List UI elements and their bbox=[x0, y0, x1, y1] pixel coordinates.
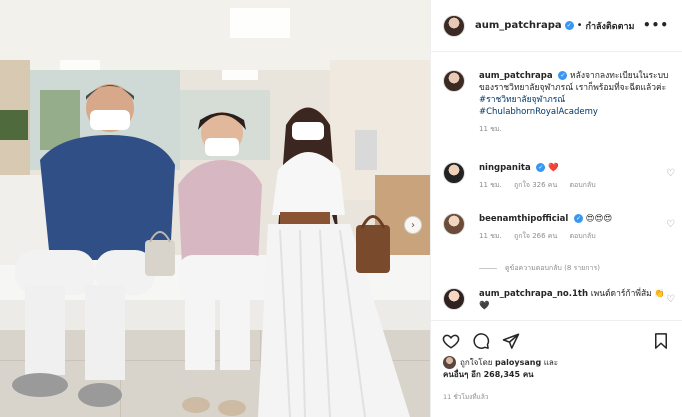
comment-text: ❤️ bbox=[548, 163, 559, 173]
paper-plane-icon[interactable] bbox=[501, 331, 521, 351]
comment-meta: 11 ชม. ถูกใจ 266 คน ตอบกลับ bbox=[479, 231, 675, 242]
following-button[interactable]: กำลังติดตาม bbox=[586, 19, 635, 33]
view-replies-label[interactable]: ดูข้อความตอบกลับ (8 รายการ) bbox=[505, 264, 600, 272]
verified-badge-icon: ✓ bbox=[564, 21, 574, 30]
action-bar bbox=[431, 320, 682, 360]
reply-button[interactable]: ตอบกลับ bbox=[569, 232, 595, 240]
bookmark-icon[interactable] bbox=[651, 331, 671, 351]
header-separator: • bbox=[576, 20, 583, 31]
likes-user[interactable]: paloysang bbox=[495, 358, 541, 367]
comment-text: 😍😍😍 bbox=[585, 214, 613, 224]
post-header: aum_patchrapa ✓ • กำลังติดตาม ••• bbox=[431, 0, 682, 52]
caption-meta: 11 ชม. bbox=[479, 124, 675, 135]
comment-body: ningpanita ✓ ❤️ bbox=[479, 162, 675, 174]
comment-item: beenamthipofficial ✓ 😍😍😍 11 ชม. ถูกใจ 26… bbox=[443, 213, 675, 242]
reply-button[interactable]: ตอบกลับ bbox=[569, 181, 595, 189]
verified-badge-icon: ✓ bbox=[558, 71, 568, 80]
avatar[interactable] bbox=[443, 162, 465, 184]
comment-like-heart-icon[interactable]: ♡ bbox=[666, 219, 675, 230]
comment-username[interactable]: beenamthipofficial bbox=[479, 214, 568, 224]
verified-badge-icon: ✓ bbox=[536, 163, 546, 172]
likes-and: และ bbox=[543, 358, 559, 367]
caption-time: 11 ชม. bbox=[479, 125, 502, 133]
avatar[interactable] bbox=[443, 288, 465, 310]
comment-time: 11 ชม. bbox=[479, 181, 502, 189]
verified-badge-icon: ✓ bbox=[574, 214, 583, 223]
avatar[interactable] bbox=[443, 213, 465, 235]
header-username[interactable]: aum_patchrapa bbox=[475, 20, 562, 31]
replies-divider bbox=[479, 267, 497, 269]
heart-icon[interactable] bbox=[441, 331, 461, 351]
post-photo[interactable] bbox=[0, 0, 430, 417]
comment-body: aum_patchrapa_no.1th เพนต์ดาร์ก้าพี่ส้ม … bbox=[479, 288, 675, 312]
avatar[interactable] bbox=[443, 356, 456, 369]
avatar[interactable] bbox=[443, 14, 465, 37]
caption-hashtags[interactable]: #ราชวิทยาลัยจุฬาภรณ์ #ChulabhornRoyalAca… bbox=[479, 95, 598, 117]
comment-likes[interactable]: ถูกใจ 266 คน bbox=[514, 232, 557, 240]
caption: aum_patchrapa ✓ หลังจากลงทะเบียนในระบบขอ… bbox=[443, 70, 675, 135]
caption-body: aum_patchrapa ✓ หลังจากลงทะเบียนในระบบขอ… bbox=[479, 70, 675, 118]
comment-icon[interactable] bbox=[471, 331, 491, 351]
chevron-right-icon: › bbox=[411, 219, 415, 231]
comment-like-heart-icon[interactable]: ♡ bbox=[666, 168, 675, 179]
comment-username[interactable]: aum_patchrapa_no.1th bbox=[479, 289, 588, 299]
comment-item: ningpanita ✓ ❤️ 11 ชม. ถูกใจ 326 คน ตอบก… bbox=[443, 162, 675, 191]
likes-others[interactable]: คนอื่นๆ อีก 268,345 คน bbox=[443, 370, 534, 379]
post-photo-illustration bbox=[0, 0, 430, 417]
comment-like-heart-icon[interactable]: ♡ bbox=[666, 294, 675, 305]
likes-summary: ถูกใจโดย paloysang และ คนอื่นๆ อีก 268,3… bbox=[443, 356, 675, 381]
likes-prefix: ถูกใจโดย bbox=[460, 358, 493, 367]
comment-meta: 11 ชม. ถูกใจ 326 คน ตอบกลับ bbox=[479, 180, 675, 191]
comment-username[interactable]: ningpanita bbox=[479, 163, 531, 173]
post-timestamp: 11 ชั่วโมงที่แล้ว bbox=[443, 393, 489, 401]
comment-likes[interactable]: ถูกใจ 326 คน bbox=[514, 181, 557, 189]
caption-username[interactable]: aum_patchrapa bbox=[479, 71, 553, 81]
comment-body: beenamthipofficial ✓ 😍😍😍 bbox=[479, 213, 675, 225]
view-replies-link[interactable]: ดูข้อความตอบกลับ (8 รายการ) bbox=[479, 263, 600, 274]
comment-time: 11 ชม. bbox=[479, 232, 502, 240]
carousel-next-button[interactable]: › bbox=[404, 216, 422, 234]
more-options-icon[interactable]: ••• bbox=[643, 18, 669, 32]
avatar[interactable] bbox=[443, 70, 465, 92]
post-side-panel: aum_patchrapa ✓ • กำลังติดตาม ••• aum_pa… bbox=[430, 0, 682, 417]
comment-item: aum_patchrapa_no.1th เพนต์ดาร์ก้าพี่ส้ม … bbox=[443, 288, 675, 312]
